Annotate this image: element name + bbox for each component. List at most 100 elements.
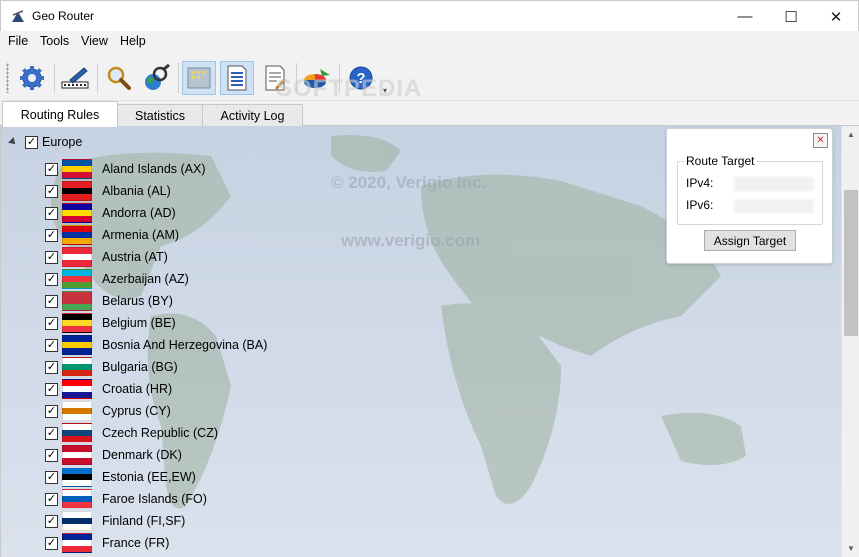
country-name: Estonia (EE,EW) (102, 470, 196, 484)
tab-routing-rules[interactable]: Routing Rules (2, 101, 118, 127)
country-name: Bosnia And Herzegovina (BA) (102, 338, 268, 352)
group-checkbox[interactable]: ✓ (25, 135, 38, 149)
tree-group-europe: ✓ Europe (8, 135, 83, 149)
close-icon: ✕ (829, 8, 843, 26)
country-checkbox[interactable]: ✓ (45, 228, 58, 242)
assign-target-button[interactable]: Assign Target (704, 230, 796, 251)
country-row[interactable]: ✓ Belgium (BE) (45, 312, 267, 334)
country-checkbox[interactable]: ✓ (45, 206, 58, 220)
country-flag-icon (62, 203, 92, 223)
close-button[interactable]: ✕ (813, 1, 859, 32)
country-row[interactable]: ✓ Czech Republic (CZ) (45, 422, 267, 444)
country-name: Croatia (HR) (102, 382, 173, 396)
maximize-button[interactable]: ☐ (768, 1, 814, 32)
country-row[interactable]: ✓ Cyprus (CY) (45, 400, 267, 422)
country-checkbox[interactable]: ✓ (45, 250, 58, 264)
country-flag-icon (62, 291, 92, 311)
country-flag-icon (62, 181, 92, 201)
country-checkbox[interactable]: ✓ (45, 360, 58, 374)
country-name: Armenia (AM) (102, 228, 180, 242)
country-checkbox[interactable]: ✓ (45, 404, 58, 418)
panel-close-button[interactable]: ✕ (813, 133, 828, 148)
toolbar: ? ▾ (0, 53, 859, 101)
ipv4-value (734, 177, 814, 191)
country-checkbox[interactable]: ✓ (45, 338, 58, 352)
expand-collapse-icon[interactable] (8, 137, 18, 147)
country-row[interactable]: ✓ France (FR) (45, 532, 267, 554)
list-view-icon (227, 65, 247, 91)
country-name: Cyprus (CY) (102, 404, 171, 418)
scroll-up-icon[interactable]: ▲ (842, 126, 859, 143)
country-checkbox[interactable]: ✓ (45, 470, 58, 484)
vertical-scrollbar[interactable]: ▲ ▼ (841, 126, 859, 557)
find-location-button[interactable] (140, 61, 174, 95)
country-checkbox[interactable]: ✓ (45, 514, 58, 528)
scroll-down-icon[interactable]: ▼ (842, 540, 859, 557)
tab-activity-log[interactable]: Activity Log (202, 104, 303, 126)
window-title: Geo Router (32, 9, 95, 23)
country-checkbox[interactable]: ✓ (45, 536, 58, 550)
softpedia-watermark: SOFTPEDIA (276, 75, 423, 102)
country-row[interactable]: ✓ Aland Islands (AX) (45, 158, 267, 180)
settings-icon (20, 66, 44, 90)
country-name: Belarus (BY) (102, 294, 173, 308)
list-view-button[interactable] (220, 61, 254, 95)
country-flag-icon (62, 533, 92, 553)
country-flag-icon (62, 159, 92, 179)
country-checkbox[interactable]: ✓ (45, 382, 58, 396)
toolbar-separator (97, 63, 98, 93)
country-list: ✓ Aland Islands (AX) ✓ Albania (AL) ✓ Andorra… (45, 158, 267, 554)
toolbar-grip[interactable] (6, 63, 9, 93)
settings-button[interactable] (15, 61, 49, 95)
country-row[interactable]: ✓ Austria (AT) (45, 246, 267, 268)
country-checkbox[interactable]: ✓ (45, 448, 58, 462)
country-flag-icon (62, 511, 92, 531)
menu-tools[interactable]: Tools (40, 34, 69, 48)
country-checkbox[interactable]: ✓ (45, 272, 58, 286)
menu-bar: File Tools View Help (0, 31, 859, 53)
country-row[interactable]: ✓ Faroe Islands (FO) (45, 488, 267, 510)
tab-statistics[interactable]: Statistics (117, 104, 203, 126)
country-row[interactable]: ✓ Bulgaria (BG) (45, 356, 267, 378)
website-watermark: www.verigio.com (341, 231, 481, 250)
minimize-icon: — (737, 8, 753, 25)
country-row[interactable]: ✓ Estonia (EE,EW) (45, 466, 267, 488)
country-name: Andorra (AD) (102, 206, 176, 220)
country-row[interactable]: ✓ Finland (FI,SF) (45, 510, 267, 532)
country-name: Faroe Islands (FO) (102, 492, 207, 506)
routing-rules-panel: © 2020, Verigio Inc. www.verigio.com ✓ E… (0, 126, 859, 557)
scroll-thumb[interactable] (844, 190, 858, 336)
country-row[interactable]: ✓ Croatia (HR) (45, 378, 267, 400)
country-row[interactable]: ✓ Belarus (BY) (45, 290, 267, 312)
map-view-button[interactable] (182, 61, 216, 95)
ipv6-label: IPv6: (686, 198, 714, 212)
minimize-button[interactable]: — (722, 1, 768, 32)
find-globe-icon (145, 64, 170, 90)
country-checkbox[interactable]: ✓ (45, 162, 58, 176)
country-checkbox[interactable]: ✓ (45, 426, 58, 440)
country-flag-icon (62, 401, 92, 421)
country-checkbox[interactable]: ✓ (45, 316, 58, 330)
country-checkbox[interactable]: ✓ (45, 184, 58, 198)
country-row[interactable]: ✓ Albania (AL) (45, 180, 267, 202)
tab-label: Routing Rules (20, 107, 100, 122)
country-row[interactable]: ✓ Armenia (AM) (45, 224, 267, 246)
menu-file[interactable]: File (8, 34, 28, 48)
country-row[interactable]: ✓ Andorra (AD) (45, 202, 267, 224)
country-row[interactable]: ✓ Azerbaijan (AZ) (45, 268, 267, 290)
country-flag-icon (62, 247, 92, 267)
group-label: Europe (42, 135, 83, 149)
country-name: Albania (AL) (102, 184, 171, 198)
route-target-panel: ✕ Route Target IPv4: IPv6: Assign Target (666, 128, 833, 264)
close-icon: ✕ (816, 135, 825, 146)
country-checkbox[interactable]: ✓ (45, 492, 58, 506)
country-row[interactable]: ✓ Denmark (DK) (45, 444, 267, 466)
menu-view[interactable]: View (81, 34, 108, 48)
tab-strip: Routing Rules Statistics Activity Log (0, 101, 859, 127)
search-button[interactable] (102, 61, 136, 95)
country-checkbox[interactable]: ✓ (45, 294, 58, 308)
menu-help[interactable]: Help (120, 34, 146, 48)
country-row[interactable]: ✓ Bosnia And Herzegovina (BA) (45, 334, 267, 356)
country-flag-icon (62, 335, 92, 355)
edit-rules-button[interactable] (58, 61, 92, 95)
